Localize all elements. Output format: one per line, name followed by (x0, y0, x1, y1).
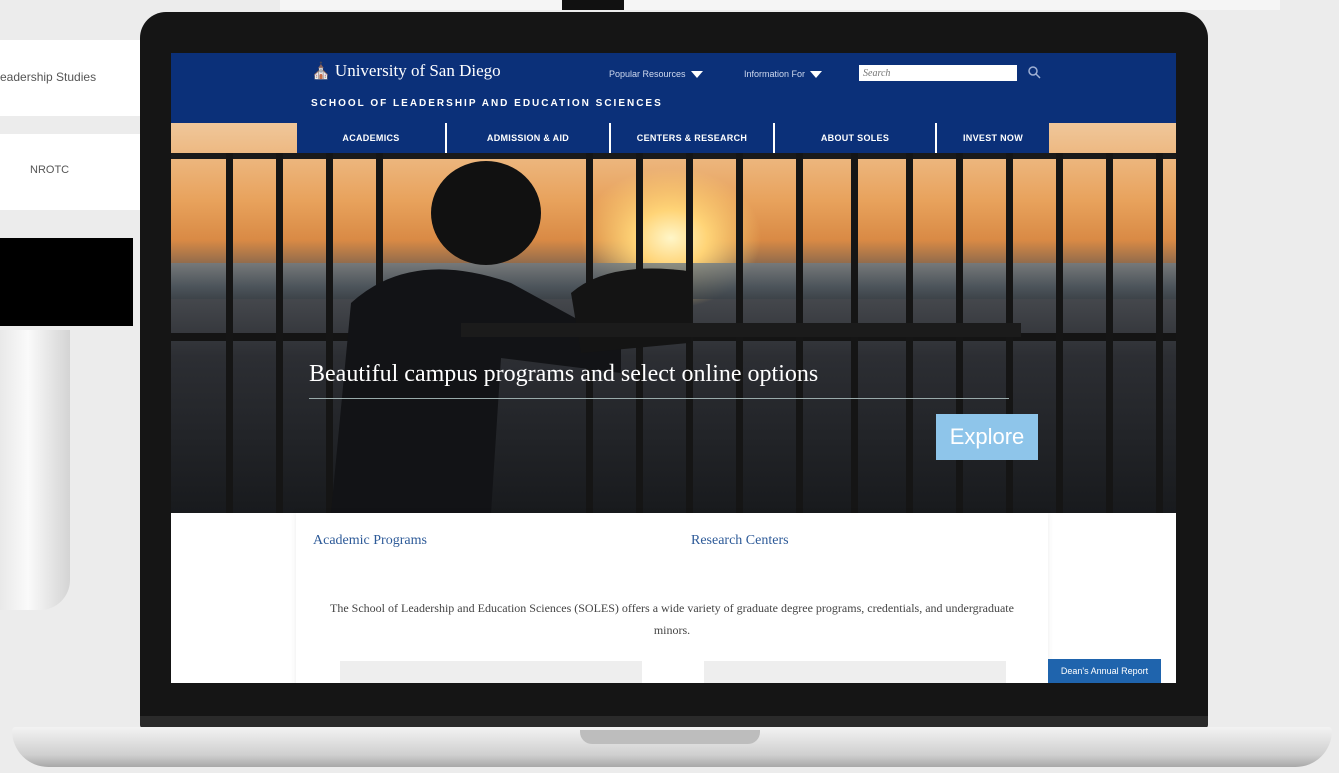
background-monitor-stand (0, 330, 70, 610)
nav-admission-aid[interactable]: ADMISSION & AID (447, 123, 611, 153)
background-card-label: eadership Studies (0, 70, 97, 84)
search-input[interactable] (859, 65, 1017, 81)
logo-text: University of San Diego (334, 61, 501, 80)
chevron-down-icon (810, 70, 823, 78)
balcony-post (1056, 153, 1063, 513)
university-crest-icon: ⛪ (311, 63, 331, 80)
nav-academics[interactable]: ACADEMICS (297, 123, 447, 153)
annual-report-button[interactable]: Dean's Annual Report (1048, 659, 1161, 683)
background-top-bar (280, 0, 1280, 10)
balcony-post (1106, 153, 1113, 513)
background-card-label: NROTC (30, 164, 70, 176)
nav-centers-research[interactable]: CENTERS & RESEARCH (611, 123, 775, 153)
balcony-post (1156, 153, 1163, 513)
chevron-down-icon (690, 70, 703, 78)
main-nav: ACADEMICS ADMISSION & AID CENTERS & RESE… (297, 123, 1049, 153)
search-icon[interactable] (1027, 65, 1041, 79)
school-name: SCHOOL OF LEADERSHIP AND EDUCATION SCIEN… (311, 98, 663, 109)
university-logo[interactable]: ⛪ University of San Diego (311, 61, 501, 81)
laptop-notch (580, 730, 760, 744)
hero-table (461, 323, 1021, 337)
browser-screen: ⛪ University of San Diego SCHOOL OF LEAD… (171, 53, 1176, 683)
academic-programs-link[interactable]: Academic Programs (313, 533, 427, 549)
content-panel: Academic Programs Research Centers The S… (296, 513, 1048, 683)
popular-resources-label: Popular Resources (609, 69, 686, 79)
nav-about-soles[interactable]: ABOUT SOLES (775, 123, 937, 153)
intro-text: The School of Leadership and Education S… (330, 601, 1014, 637)
nav-invest-now[interactable]: INVEST NOW (937, 123, 1049, 153)
hero-headline: Beautiful campus programs and select onl… (309, 361, 1009, 399)
background-black-panel (0, 238, 133, 326)
program-card[interactable] (340, 661, 642, 683)
balcony-post (226, 153, 233, 513)
information-for-label: Information For (744, 69, 806, 79)
background-card-nrotc: NROTC (0, 134, 140, 210)
research-card[interactable] (704, 661, 1006, 683)
site-header: ⛪ University of San Diego SCHOOL OF LEAD… (171, 53, 1176, 123)
research-centers-link[interactable]: Research Centers (691, 533, 789, 549)
background-card-leadership: eadership Studies (0, 40, 140, 116)
background-top-block (562, 0, 624, 10)
explore-button[interactable]: Explore (936, 414, 1038, 460)
popular-resources-menu[interactable]: Popular Resources (609, 69, 703, 79)
information-for-menu[interactable]: Information For (744, 69, 823, 79)
balcony-post (276, 153, 283, 513)
